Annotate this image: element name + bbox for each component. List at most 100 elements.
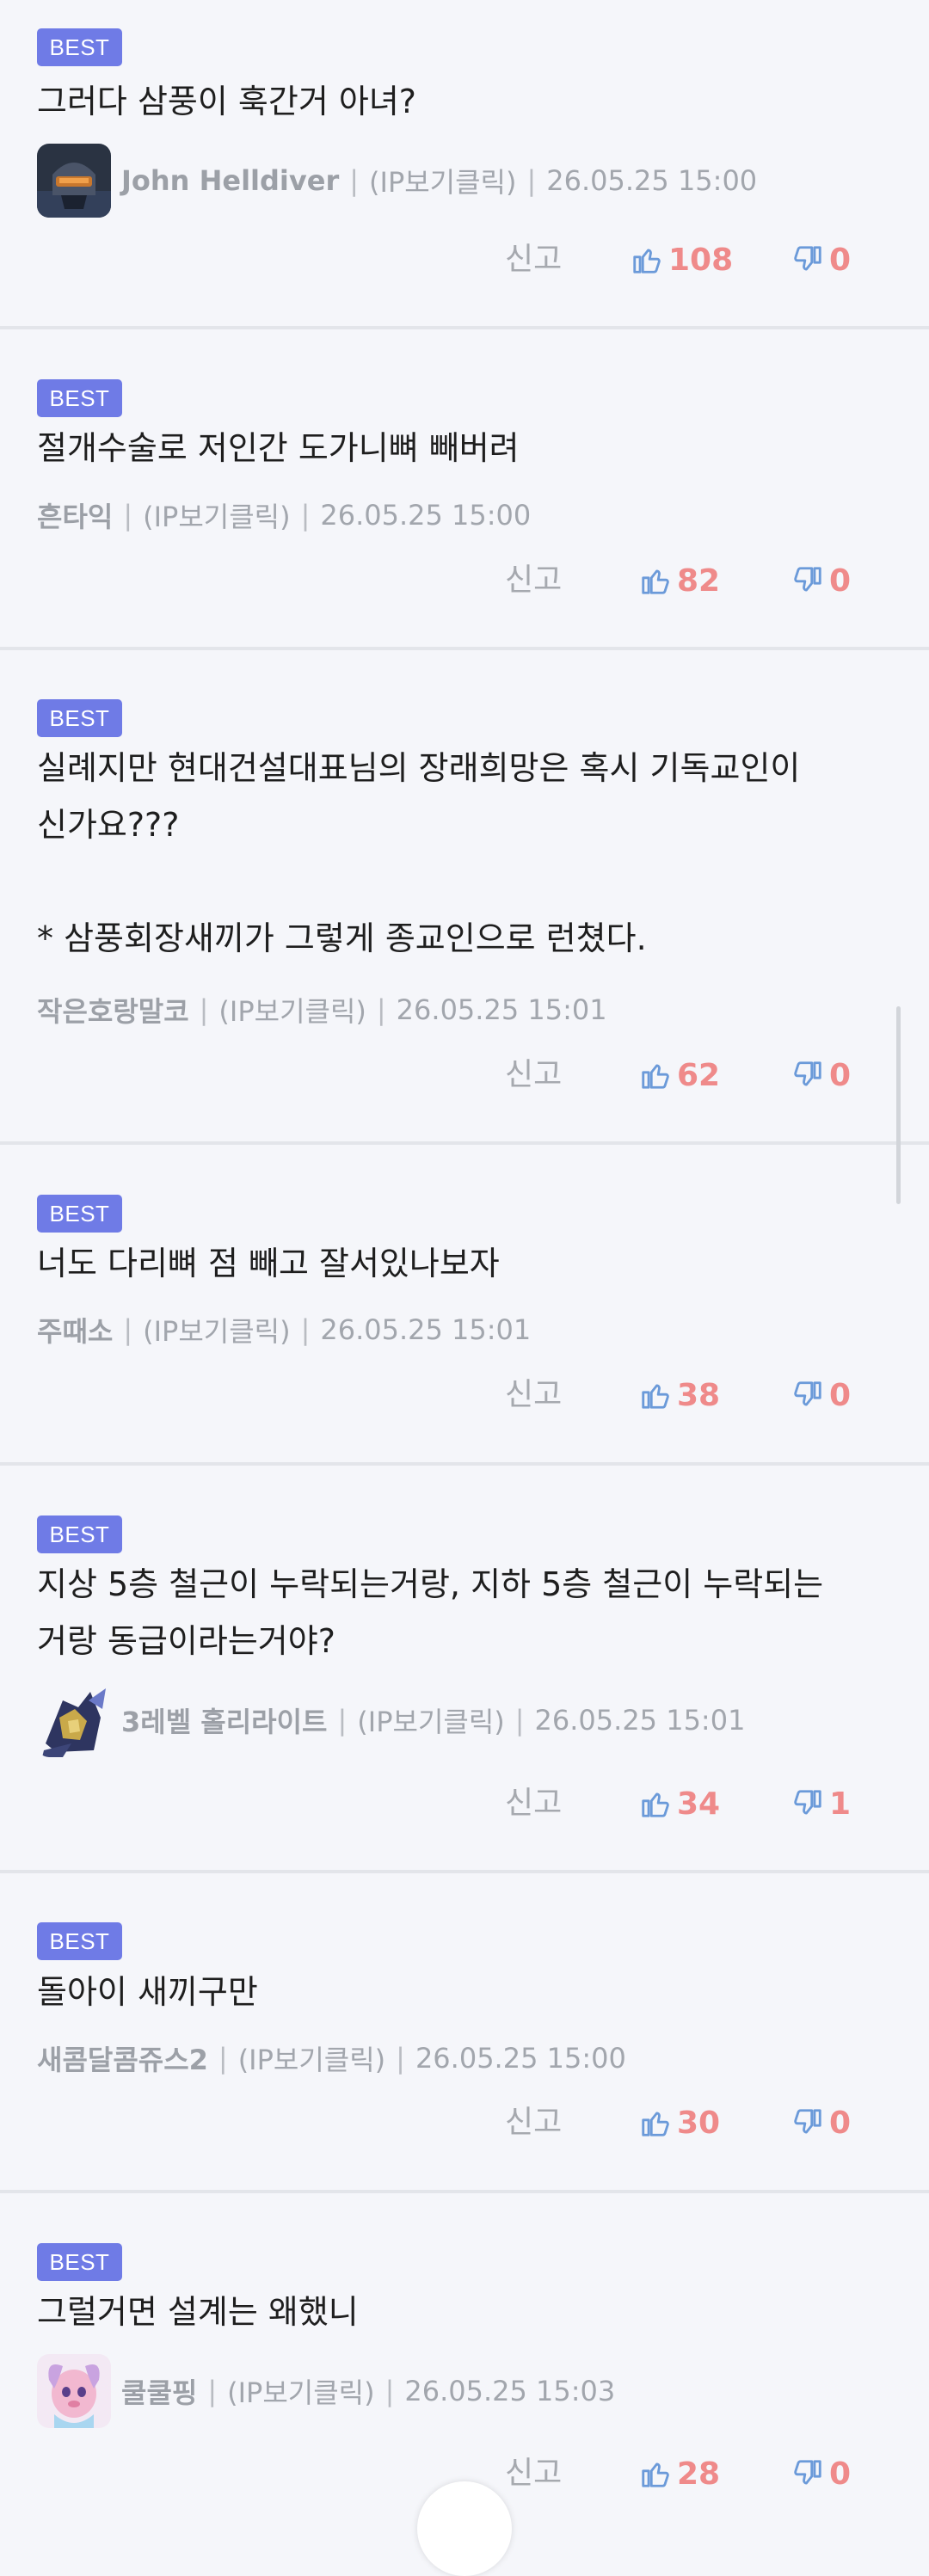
like-button[interactable]: 38 [639,1369,720,1421]
separator: | [207,2375,218,2407]
comment-actions: 신고 62 0 [0,1049,929,1101]
separator: | [349,164,360,197]
dislike-button[interactable]: 0 [791,234,851,286]
thumbs-down-icon [794,567,821,592]
comment-meta: John Helldiver | (IP보기클릭) | 26.05.25 15:… [37,144,757,218]
dislike-button[interactable]: 0 [791,1369,851,1421]
separator: | [526,164,537,197]
thumbs-up-icon [633,249,661,274]
scrollbar[interactable] [896,1006,901,1204]
author-name[interactable]: 흔타익 [37,495,113,535]
author-name[interactable]: John Helldiver [121,164,339,197]
author-name[interactable]: 작은호랑말코 [37,990,189,1030]
comment-meta: 3레벨 홀리라이트 | (IP보기클릭) | 26.05.25 15:01 [37,1683,745,1757]
thumbs-down-icon [794,2460,821,2485]
dislike-count: 0 [829,1377,852,1413]
thumbs-up-icon [642,2462,669,2487]
like-button[interactable]: 62 [639,1049,720,1101]
avatar[interactable] [37,144,111,218]
dislike-button[interactable]: 1 [791,1778,851,1829]
like-count: 62 [677,1057,721,1093]
separator: | [376,993,386,1026]
best-badge: BEST [37,1195,122,1233]
ip-view-link[interactable]: (IP보기클릭) [143,495,290,535]
like-count: 34 [677,1786,721,1822]
like-count: 28 [677,2456,721,2492]
comment-meta: 쿨쿨핑 | (IP보기클릭) | 26.05.25 15:03 [37,2354,615,2428]
author-name[interactable]: 쿨쿨핑 [121,2371,197,2411]
like-button[interactable]: 108 [631,234,733,286]
dislike-button[interactable]: 0 [791,1049,851,1101]
best-badge: BEST [37,379,122,417]
comment-item: BEST 너도 다리뼈 점 빼고 잘서있나보자 주때소 | (IP보기클릭) |… [0,1145,929,1466]
report-button[interactable]: 신고 [505,1049,562,1101]
like-count: 82 [677,563,721,599]
author-name[interactable]: 새콤달콤쥬스2 [37,2038,208,2078]
best-badge: BEST [37,1515,122,1553]
separator: | [199,993,209,1026]
best-badge: BEST [37,28,122,66]
report-button[interactable]: 신고 [505,2097,562,2149]
separator: | [123,499,133,532]
ip-view-link[interactable]: (IP보기클릭) [227,2371,374,2411]
thumbs-up-icon [642,569,669,594]
comment-date: 26.05.25 15:00 [546,164,758,197]
like-button[interactable]: 82 [639,555,720,606]
separator: | [123,1313,133,1346]
avatar[interactable] [37,2354,111,2428]
like-button[interactable]: 30 [639,2097,720,2149]
comment-text: 그럴거면 설계는 왜했니 [37,2293,359,2331]
thumbs-up-icon [642,2112,669,2136]
thumbs-down-icon [794,1790,821,1815]
report-button[interactable]: 신고 [505,234,562,286]
report-button[interactable]: 신고 [505,555,562,606]
comment-actions: 신고 34 1 [0,1778,929,1829]
comment-meta: 흔타익 | (IP보기클릭) | 26.05.25 15:00 [37,478,531,552]
comment-meta: 주때소 | (IP보기클릭) | 26.05.25 15:01 [37,1293,531,1367]
comment-date: 26.05.25 15:01 [320,1313,532,1346]
comment-date: 26.05.25 15:01 [534,1704,746,1737]
ip-view-link[interactable]: (IP보기클릭) [143,1310,290,1349]
best-badge: BEST [37,1922,122,1960]
thumbs-up-icon [642,1064,669,1089]
author-name[interactable]: 3레벨 홀리라이트 [121,1700,328,1740]
comment-text: 돌아이 새끼구만 [37,1973,258,2011]
comment-text: 절개수술로 저인간 도가니뼈 빼버려 [37,429,520,467]
avatar[interactable] [37,1683,111,1757]
ip-view-link[interactable]: (IP보기클릭) [218,990,366,1030]
separator: | [385,2375,395,2407]
author-name[interactable]: 주때소 [37,1310,113,1349]
report-button[interactable]: 신고 [505,1778,562,1829]
floating-button[interactable] [417,2481,512,2576]
like-count: 38 [677,1377,721,1413]
comment-meta: 작은호랑말코 | (IP보기클릭) | 26.05.25 15:01 [37,973,607,1047]
comment-item: BEST 그러다 삼풍이 훅간거 아녀? John Helldiver | (I… [0,0,929,329]
thumbs-down-icon [794,1381,821,1406]
comment-actions: 신고 82 0 [0,555,929,606]
thumbs-down-icon [794,1061,821,1086]
dislike-count: 0 [829,563,852,599]
ip-view-link[interactable]: (IP보기클릭) [238,2038,385,2078]
comment-actions: 신고 38 0 [0,1369,929,1421]
separator: | [300,1313,311,1346]
comment-date: 26.05.25 15:00 [320,499,532,532]
dislike-button[interactable]: 0 [791,2097,851,2149]
comment-item: BEST 돌아이 새끼구만 새콤달콤쥬스2 | (IP보기클릭) | 26.05… [0,1873,929,2193]
comment-text: 그러다 삼풍이 훅간거 아녀? [37,83,416,120]
separator: | [396,2042,405,2075]
dislike-button[interactable]: 0 [791,2448,851,2499]
report-button[interactable]: 신고 [505,2448,562,2499]
ip-view-link[interactable]: (IP보기클릭) [369,161,516,200]
like-button[interactable]: 34 [639,1778,720,1829]
dislike-button[interactable]: 0 [791,555,851,606]
dislike-count: 0 [829,242,852,278]
ip-view-link[interactable]: (IP보기클릭) [357,1700,504,1740]
comment-item: BEST 절개수술로 저인간 도가니뼈 빼버려 흔타익 | (IP보기클릭) |… [0,329,929,650]
report-button[interactable]: 신고 [505,1369,562,1421]
best-badge: BEST [37,699,122,737]
comment-date: 26.05.25 15:01 [396,993,607,1026]
thumbs-down-icon [794,246,821,271]
like-button[interactable]: 28 [639,2448,720,2499]
separator: | [300,499,311,532]
comment-actions: 신고 30 0 [0,2097,929,2149]
